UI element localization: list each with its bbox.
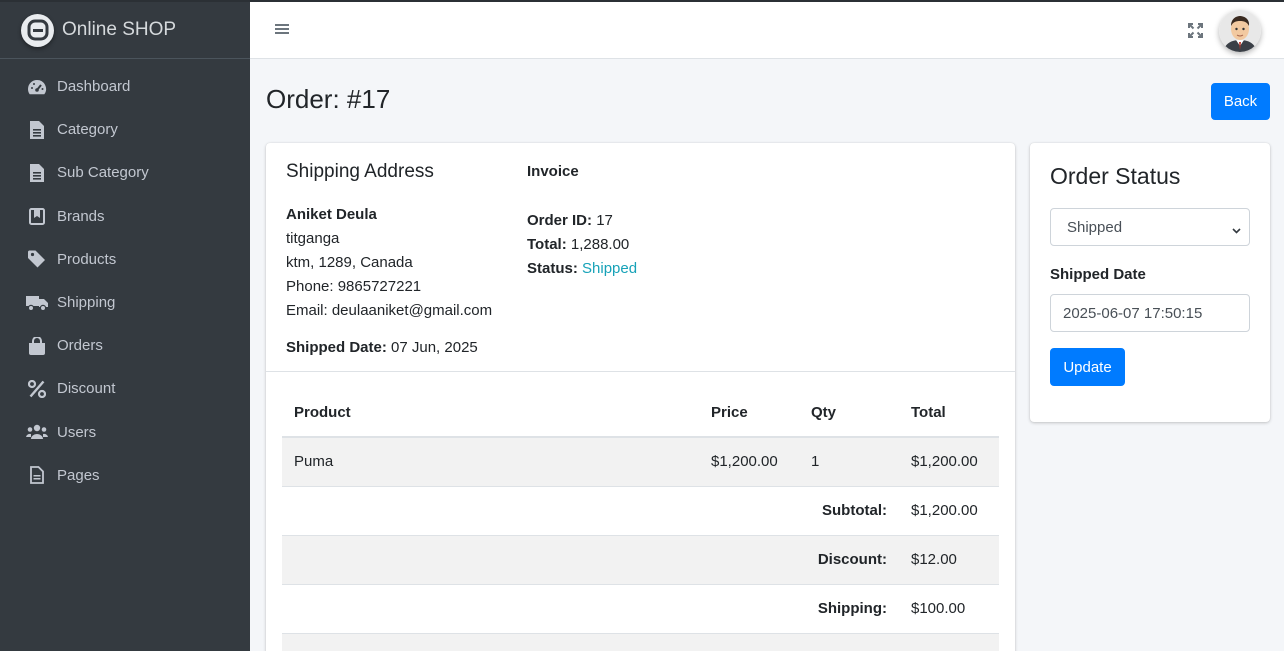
- card-divider: [266, 371, 1015, 372]
- top-navbar: [250, 0, 1284, 59]
- order-id-value: 17: [596, 212, 613, 229]
- update-button[interactable]: Update: [1050, 348, 1125, 386]
- table-row: [282, 632, 999, 651]
- sidebar-item-label: Category: [57, 121, 118, 139]
- sidebar-item-users[interactable]: Users: [0, 411, 250, 454]
- order-id-label: Order ID:: [527, 212, 593, 229]
- shipped-date-label: Shipped Date:: [286, 339, 387, 356]
- user-avatar[interactable]: [1219, 10, 1261, 52]
- column-header-price: Price: [699, 389, 799, 438]
- subtotal-value: $1,200.00: [899, 485, 999, 535]
- sidebar-item-products[interactable]: Products: [0, 238, 250, 281]
- sidebar-item-label: Products: [57, 250, 117, 268]
- shipping-row: Shipping: $100.00: [282, 583, 999, 633]
- sidebar-item-shipping[interactable]: Shipping: [0, 281, 250, 324]
- order-details-card: Shipping Address Aniket Deula titganga k…: [266, 143, 1015, 651]
- column-header-qty: Qty: [799, 389, 899, 438]
- chevron-down-icon: [1232, 222, 1241, 234]
- customer-email: Email: deulaaniket@gmail.com: [286, 302, 493, 319]
- shipping-label: Shipping:: [282, 583, 899, 633]
- page-title: Order: #17: [266, 84, 391, 114]
- discount-row: Discount: $12.00: [282, 534, 999, 584]
- invoice-info: Order ID: 17 Total: 1,288.00 Status: Shi…: [527, 209, 637, 281]
- tachometer-icon: [26, 77, 48, 97]
- tag-icon: [26, 249, 48, 269]
- status-value: Shipped: [582, 260, 638, 277]
- sidebar: Online SHOP Dashboard Category Sub Categ…: [0, 0, 250, 651]
- address-line-2: ktm, 1289, Canada: [286, 254, 413, 271]
- bookmark-icon: [26, 206, 48, 226]
- shopping-bag-icon: [26, 336, 48, 356]
- product-cell: Puma: [282, 436, 699, 486]
- brand-name: Online SHOP: [62, 19, 177, 40]
- brand-link[interactable]: Online SHOP: [0, 0, 250, 59]
- sidebar-item-label: Pages: [57, 466, 100, 484]
- file-icon: [26, 163, 48, 183]
- sidebar-item-label: Orders: [57, 337, 103, 355]
- order-status-selected: Shipped: [1067, 218, 1123, 236]
- users-icon: [26, 422, 48, 442]
- sidebar-item-sub-category[interactable]: Sub Category: [0, 151, 250, 194]
- address-line-1: titganga: [286, 230, 340, 247]
- sidebar-item-label: Brands: [57, 207, 105, 225]
- total-value: 1,288.00: [570, 236, 630, 253]
- shipped-date-field-label: Shipped Date: [1050, 266, 1146, 283]
- file-alt-icon: [26, 465, 48, 485]
- truck-icon: [26, 293, 48, 313]
- invoice-title: Invoice: [527, 163, 579, 180]
- sidebar-item-brands[interactable]: Brands: [0, 195, 250, 238]
- sidebar-item-label: Shipping: [57, 294, 116, 312]
- sidebar-item-label: Discount: [57, 380, 116, 398]
- order-items-table: Product Price Qty Total Puma $1,200.00 1…: [282, 389, 999, 651]
- sidebar-nav: Dashboard Category Sub Category Brands P…: [0, 59, 250, 497]
- price-cell: $1,200.00: [699, 436, 799, 486]
- shipping-address: Aniket Deula titganga ktm, 1289, Canada …: [286, 203, 492, 323]
- expand-icon[interactable]: [1188, 23, 1203, 38]
- sidebar-item-discount[interactable]: Discount: [0, 367, 250, 410]
- subtotal-row: Subtotal: $1,200.00: [282, 485, 999, 535]
- column-header-product: Product: [282, 389, 699, 438]
- order-status-select[interactable]: Shipped: [1050, 208, 1250, 246]
- file-icon: [26, 120, 48, 140]
- qty-cell: 1: [799, 436, 899, 486]
- shipped-date-input[interactable]: 2025-06-07 17:50:15: [1050, 294, 1250, 332]
- sidebar-item-orders[interactable]: Orders: [0, 324, 250, 367]
- sidebar-item-label: Sub Category: [57, 164, 149, 182]
- sidebar-item-pages[interactable]: Pages: [0, 454, 250, 497]
- table-row: Puma $1,200.00 1 $1,200.00: [282, 436, 999, 486]
- customer-name: Aniket Deula: [286, 206, 377, 223]
- shipped-date-value: 07 Jun, 2025: [391, 339, 478, 356]
- adminlte-logo-icon: [21, 13, 54, 47]
- shipping-value: $100.00: [899, 583, 999, 633]
- percent-icon: [26, 379, 48, 399]
- status-label: Status:: [527, 260, 578, 277]
- discount-value: $12.00: [899, 534, 999, 584]
- shipped-date-info: Shipped Date: 07 Jun, 2025: [286, 339, 478, 356]
- discount-label: Discount:: [282, 534, 899, 584]
- sidebar-item-category[interactable]: Category: [0, 108, 250, 151]
- shipping-address-title: Shipping Address: [286, 161, 434, 182]
- customer-phone: Phone: 9865727221: [286, 278, 422, 295]
- back-button[interactable]: Back: [1211, 83, 1270, 120]
- order-status-card: Order Status Shipped Shipped Date 2025-0…: [1030, 143, 1270, 422]
- sidebar-item-label: Dashboard: [57, 78, 131, 96]
- subtotal-label: Subtotal:: [282, 485, 899, 535]
- sidebar-item-dashboard[interactable]: Dashboard: [0, 65, 250, 108]
- order-status-title: Order Status: [1050, 163, 1181, 189]
- empty-cell: [282, 632, 899, 651]
- sidebar-item-label: Users: [57, 423, 97, 441]
- empty-cell: [899, 632, 999, 651]
- hamburger-icon[interactable]: [274, 21, 290, 37]
- total-cell: $1,200.00: [899, 436, 999, 486]
- total-label: Total:: [527, 236, 567, 253]
- column-header-total: Total: [899, 389, 999, 438]
